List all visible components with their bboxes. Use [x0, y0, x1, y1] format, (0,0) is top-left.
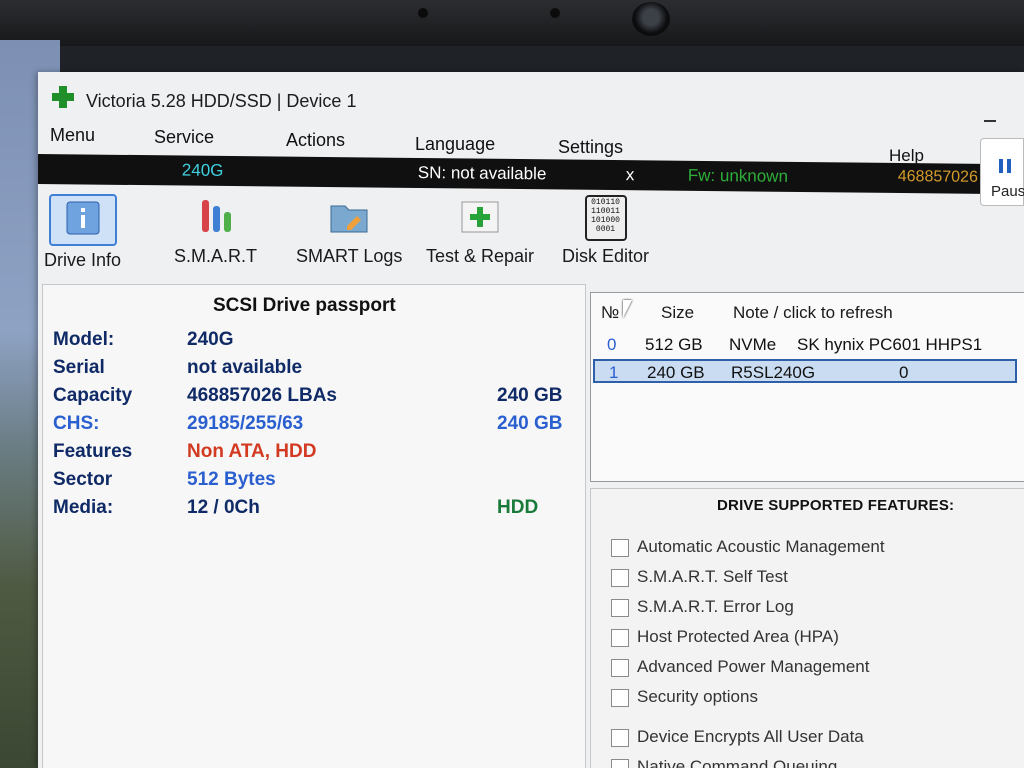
- device-no: 0: [607, 335, 617, 354]
- window-title: Victoria 5.28 HDD/SSD | Device 1: [86, 91, 357, 111]
- test-tubes-icon: [184, 194, 248, 242]
- smart-button[interactable]: S.M.A.R.T: [174, 194, 257, 267]
- medkit-icon: [448, 194, 512, 242]
- passport-value: 240G: [187, 329, 234, 350]
- checkbox-box[interactable]: [611, 599, 629, 617]
- binary-bits: 010110 110011 101000 0001: [591, 198, 620, 234]
- menu-service[interactable]: Service: [154, 127, 214, 148]
- feature-label: Native Command Queuing: [637, 757, 838, 768]
- device-no: 1: [609, 363, 619, 382]
- test-repair-button[interactable]: Test & Repair: [426, 194, 534, 267]
- binary-chip-icon: 010110 110011 101000 0001: [574, 194, 638, 242]
- menu-actions[interactable]: Actions: [286, 130, 345, 151]
- menu-language[interactable]: Language: [415, 134, 495, 155]
- device-size: 240 GB: [647, 363, 705, 382]
- passport-label: Features: [53, 441, 133, 462]
- smart-label: S.M.A.R.T: [174, 246, 258, 266]
- checkbox-box[interactable]: [611, 569, 629, 587]
- device-list: № Size Note / click to refresh 0 512 GB NV…: [590, 292, 1024, 482]
- info-icon: [48, 194, 117, 246]
- passport-right-value: 240 GB: [497, 413, 563, 434]
- mouse-cursor: [623, 300, 632, 318]
- passport-label: Capacity: [53, 385, 133, 406]
- feature-label: Security options: [637, 687, 758, 706]
- device-model: SK hynix PC601 HHPS1: [797, 335, 983, 354]
- feature-label: S.M.A.R.T. Self Test: [637, 567, 788, 586]
- passport-label: Serial: [53, 357, 105, 378]
- drive-info-bar: 240G SN: not available x Fw: unknown 468…: [38, 154, 1024, 195]
- menu-menu[interactable]: Menu: [50, 125, 95, 146]
- feature-label: Host Protected Area (HPA): [637, 627, 839, 646]
- device-bus: NVMe: [729, 335, 777, 354]
- app-window: Victoria 5.28 HDD/SSD | Device 1 Menu Se…: [38, 72, 1024, 768]
- passport-value: 12 / 0Ch: [187, 497, 260, 518]
- passport-value: not available: [187, 357, 303, 378]
- infobar-serial: SN: not available: [417, 162, 547, 184]
- disk-editor-label: Disk Editor: [562, 246, 650, 266]
- device-row[interactable]: 0 512 GB NVMe SK hynix PC601 HHPS1: [593, 333, 1017, 357]
- checkbox-box[interactable]: [611, 659, 629, 677]
- pause-label: Paus: [991, 183, 1024, 200]
- checkbox-box[interactable]: [611, 539, 629, 557]
- device-bus: R5SL240G: [731, 363, 816, 382]
- passport-right-value: 240 GB: [497, 385, 563, 406]
- drive-info-button[interactable]: Drive Info: [44, 194, 121, 271]
- device-row[interactable]: 1 240 GB R5SL240G 0: [593, 359, 1017, 383]
- passport-label: CHS:: [53, 413, 100, 434]
- webcam: [632, 2, 670, 36]
- passport-label: Model:: [53, 329, 115, 350]
- col-note[interactable]: Note / click to refresh: [733, 303, 893, 323]
- infobar-close-icon[interactable]: x: [626, 165, 635, 185]
- disk-editor-button[interactable]: 010110 110011 101000 0001 Disk Editor: [562, 194, 649, 267]
- checkbox-box[interactable]: [611, 729, 629, 747]
- menu-bar: Menu Service Actions Language Settings H…: [38, 122, 1024, 165]
- drive-passport-panel: SCSI Drive passport Model: 240G Serial not …: [42, 284, 586, 768]
- passport-value: 29185/255/63: [187, 413, 304, 434]
- folder-pencil-icon: [317, 194, 381, 242]
- pause-icon: [999, 159, 1011, 173]
- feature-label: Automatic Acoustic Management: [637, 537, 885, 556]
- bezel-dot: [418, 8, 428, 18]
- device-extra: 0: [899, 363, 909, 382]
- passport-label: Sector: [53, 469, 113, 490]
- bezel-dot: [550, 8, 560, 18]
- victoria-cross-icon: [52, 86, 74, 108]
- laptop-bezel: [0, 0, 1024, 46]
- checkbox-box[interactable]: [611, 759, 629, 768]
- checkbox-box[interactable]: [611, 629, 629, 647]
- title-bar: Victoria 5.28 HDD/SSD | Device 1: [38, 72, 1024, 122]
- supported-features-panel: DRIVE SUPPORTED FEATURES: Automatic Acou…: [590, 488, 1024, 768]
- feature-label: S.M.A.R.T. Error Log: [637, 597, 794, 616]
- feature-label: Device Encrypts All User Data: [637, 727, 864, 746]
- checkbox-box[interactable]: [611, 689, 629, 707]
- passport-value: Non ATA, HDD: [187, 441, 317, 462]
- col-no[interactable]: №: [601, 303, 619, 323]
- drive-info-label: Drive Info: [44, 250, 122, 270]
- passport-value: 468857026 LBAs: [187, 385, 337, 406]
- smart-logs-label: SMART Logs: [296, 246, 403, 266]
- smart-logs-button[interactable]: SMART Logs: [296, 194, 402, 267]
- features-title: DRIVE SUPPORTED FEATURES:: [717, 497, 955, 514]
- pause-button[interactable]: Paus: [980, 138, 1024, 206]
- passport-label: Media:: [53, 497, 114, 518]
- device-size: 512 GB: [645, 335, 703, 354]
- feature-label: Advanced Power Management: [637, 657, 870, 676]
- passport-title: SCSI Drive passport: [213, 295, 396, 316]
- infobar-firmware: Fw: unknown: [687, 165, 789, 186]
- toolbar: Drive Info S.M.A.R.T SMART Logs Test & R…: [38, 190, 1024, 280]
- passport-right-value: HDD: [497, 497, 539, 518]
- infobar-model: 240G: [181, 160, 224, 180]
- test-repair-label: Test & Repair: [426, 246, 535, 266]
- col-size[interactable]: Size: [661, 303, 694, 323]
- menu-settings[interactable]: Settings: [558, 137, 623, 158]
- passport-value: 512 Bytes: [187, 469, 276, 490]
